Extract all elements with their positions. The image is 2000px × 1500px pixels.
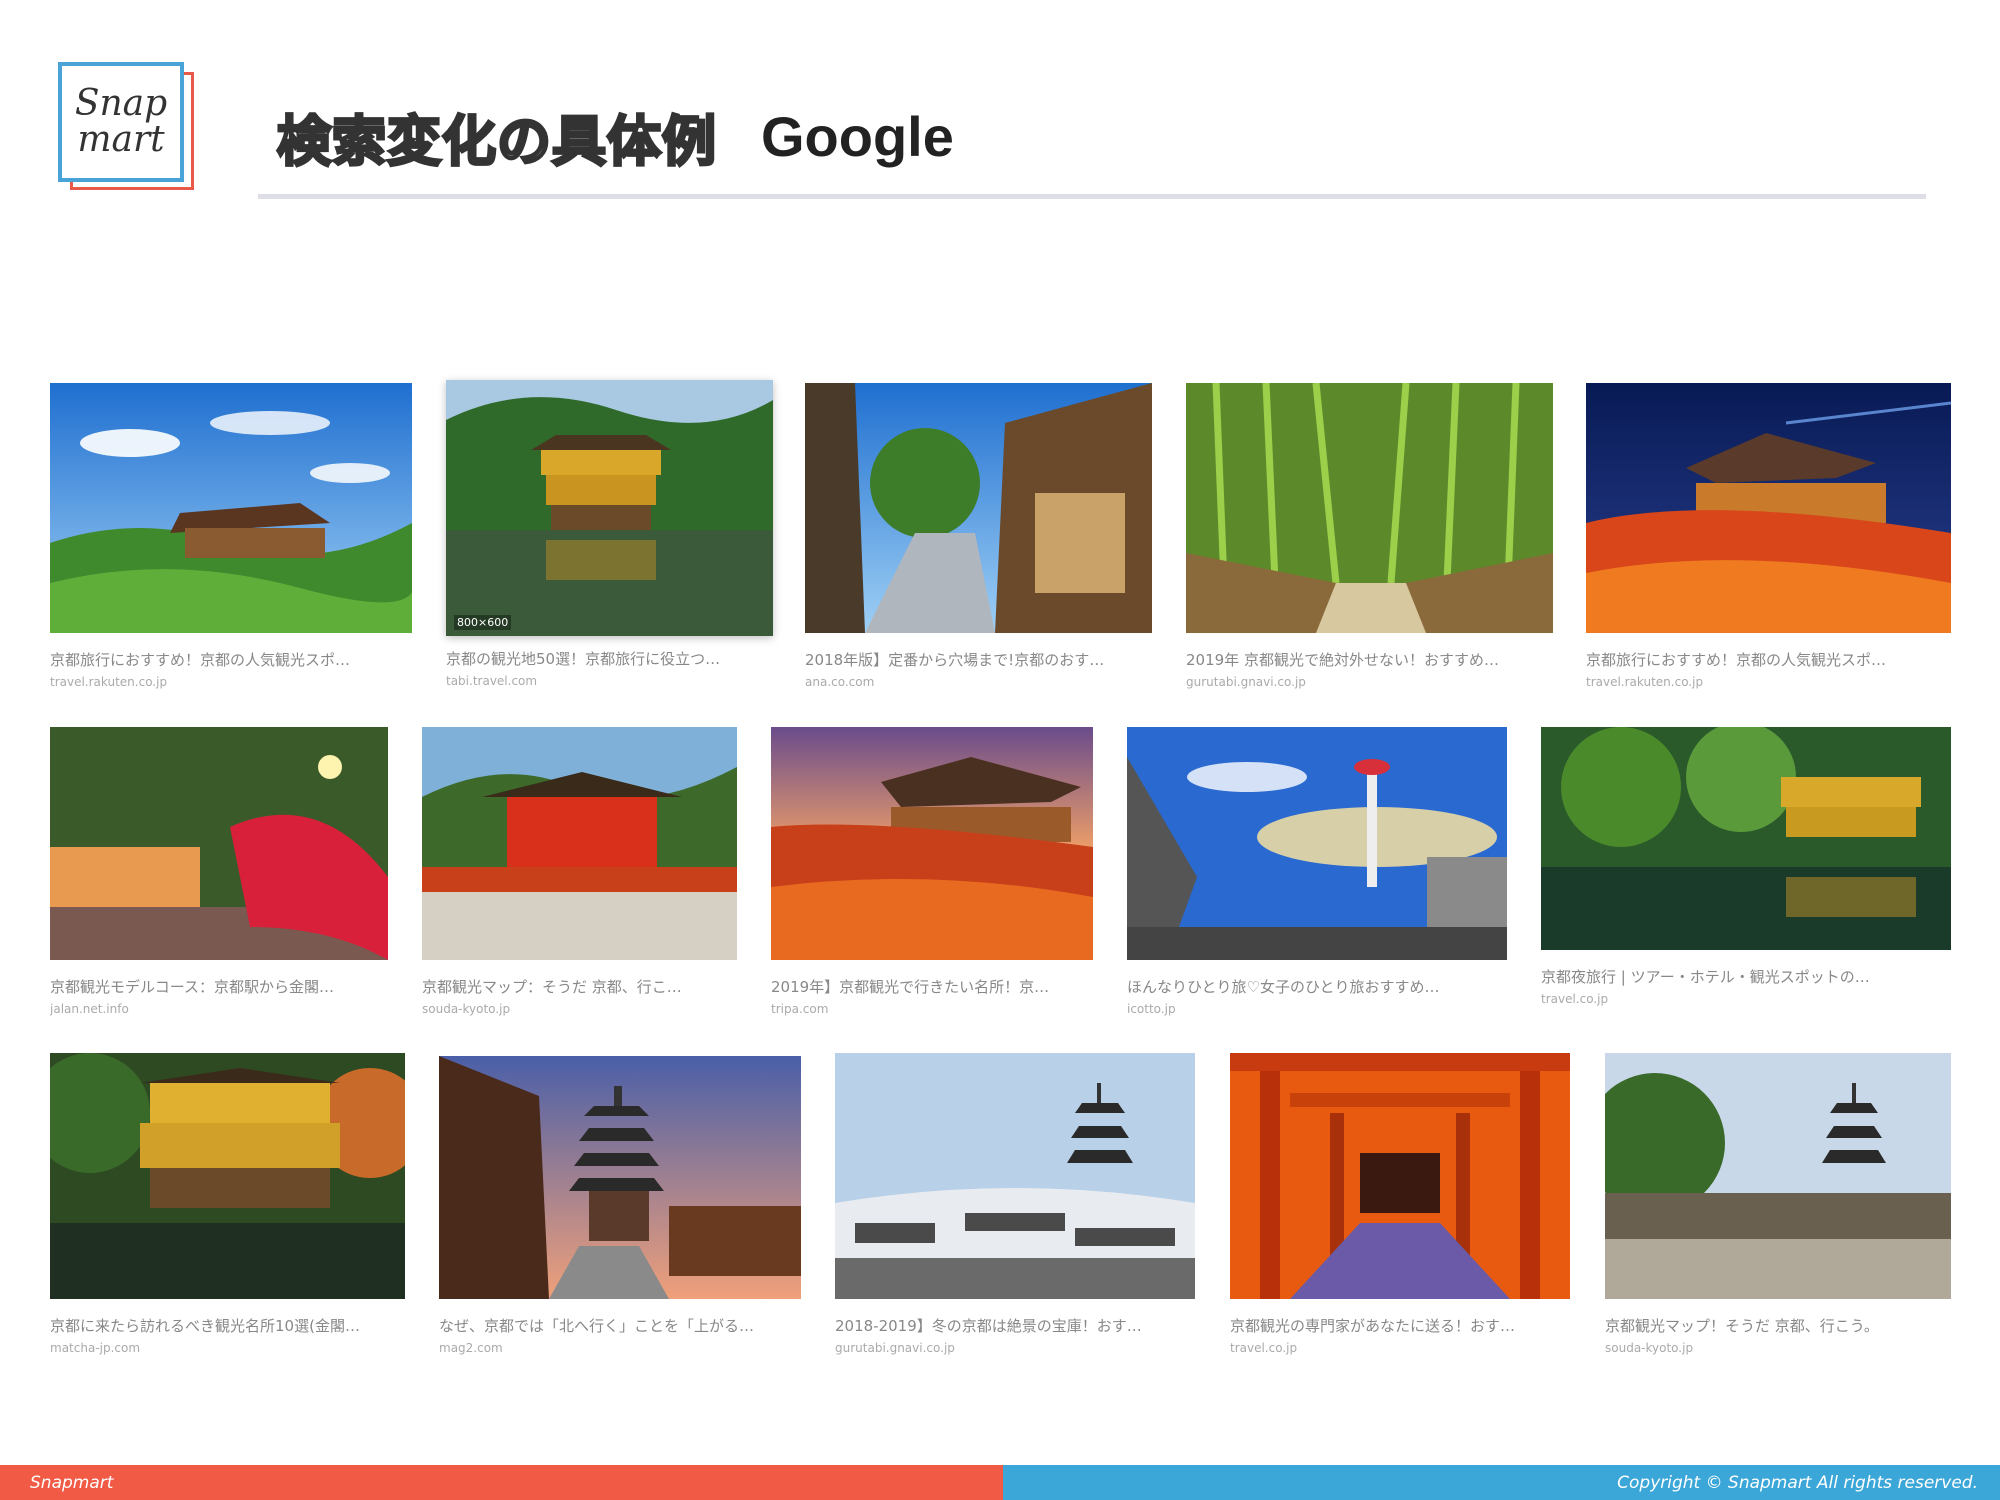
result-source: travel.rakuten.co.jp	[1586, 675, 1704, 689]
result-tile-r2-3[interactable]: 2019年】京都観光で行きたい名所！京… tripa.com	[771, 727, 1093, 1016]
result-caption[interactable]: 京都の観光地50選！京都旅行に役立つ…	[446, 650, 773, 668]
result-caption[interactable]: なぜ、京都では「北へ行く」ことを「上がる…	[439, 1317, 801, 1335]
result-image-kinkakuji-side[interactable]	[30, 1053, 425, 1299]
result-source: gurutabi.gnavi.co.jp	[1186, 675, 1306, 689]
snapmart-logo: Snap mart	[58, 62, 194, 190]
result-caption[interactable]: 京都観光マップ：そうだ 京都、行こ…	[422, 978, 737, 996]
result-tile-r2-2[interactable]: 京都観光マップ：そうだ 京都、行こ… souda-kyoto.jp	[422, 727, 737, 1016]
result-image-toji-pagoda[interactable]	[1585, 1053, 1951, 1299]
logo-text-snap: Snap	[74, 83, 168, 124]
result-image-kinkakuji[interactable]	[446, 380, 773, 636]
result-image-red-umbrella[interactable]	[50, 727, 388, 960]
result-caption[interactable]: 京都旅行におすすめ！京都の人気観光スポ…	[50, 651, 412, 669]
result-source: jalan.net.info	[50, 1002, 129, 1016]
result-tile-r3-1[interactable]: 京都に来たら訪れるべき観光名所10選(金閣… matcha-jp.com	[30, 1053, 425, 1355]
result-image-kiyomizu-night[interactable]	[1586, 383, 1952, 633]
result-image-kiyomizu-autumn[interactable]	[771, 727, 1093, 960]
page-title: 検索変化の具体例 Google	[276, 96, 954, 176]
result-source: souda-kyoto.jp	[1605, 1341, 1694, 1355]
footer-left: Snapmart	[0, 1465, 1003, 1500]
result-image-kyoto-street[interactable]	[805, 383, 1152, 633]
footer-brand: Snapmart	[30, 1473, 114, 1493]
result-source: mag2.com	[439, 1341, 503, 1355]
result-source: souda-kyoto.jp	[422, 1002, 511, 1016]
result-caption[interactable]: 2018年版】定番から穴場まで!京都のおす…	[805, 651, 1152, 669]
result-image-fushimi-torii[interactable]	[1230, 1053, 1570, 1299]
image-dimensions-badge: 800×600	[454, 615, 512, 630]
result-tile-r3-4[interactable]: 京都観光の専門家があなたに送る！おす… travel.co.jp	[1230, 1053, 1570, 1355]
title-japanese: 検索変化の具体例	[276, 108, 718, 174]
result-caption[interactable]: 2019年】京都観光で行きたい名所！京…	[771, 978, 1093, 996]
result-tile-r1-1[interactable]: 京都旅行におすすめ！京都の人気観光スポ… travel.rakuten.co.j…	[50, 383, 415, 689]
result-caption[interactable]: 京都観光マップ！そうだ 京都、行こう。	[1605, 1317, 1951, 1335]
result-caption[interactable]: ほんなりひとり旅♡女子のひとり旅おすすめ…	[1127, 978, 1507, 996]
result-image-yasaka-pagoda[interactable]	[439, 1056, 801, 1299]
result-tile-r3-3[interactable]: 2018-2019】冬の京都は絶景の宝庫！おす… gurutabi.gnavi.…	[835, 1053, 1195, 1355]
title-google: Google	[761, 104, 954, 168]
title-divider	[258, 194, 1926, 199]
result-source: gurutabi.gnavi.co.jp	[835, 1341, 955, 1355]
result-source: tabi.travel.com	[446, 674, 538, 688]
result-image-kyoto-tower[interactable]	[1127, 727, 1507, 960]
result-image-bamboo-grove[interactable]	[1186, 382, 1553, 634]
result-tile-r1-3[interactable]: 2018年版】定番から穴場まで!京都のおす… ana.co.com	[805, 383, 1152, 689]
result-image-red-gate[interactable]	[422, 727, 737, 960]
result-tile-r1-5[interactable]: 京都旅行におすすめ！京都の人気観光スポ… travel.rakuten.co.j…	[1586, 383, 1952, 689]
result-image-kinkakuji-pond[interactable]	[1541, 722, 1951, 950]
result-caption[interactable]: 2018-2019】冬の京都は絶景の宝庫！おす…	[835, 1317, 1195, 1335]
result-tile-r3-5[interactable]: 京都観光マップ！そうだ 京都、行こう。 souda-kyoto.jp	[1585, 1053, 1951, 1355]
result-tile-r3-2[interactable]: なぜ、京都では「北へ行く」ことを「上がる… mag2.com	[439, 1056, 801, 1355]
result-source: matcha-jp.com	[50, 1341, 141, 1355]
result-source: ana.co.com	[805, 675, 875, 689]
result-caption[interactable]: 京都夜旅行 | ツアー・ホテル・観光スポットの…	[1541, 968, 1951, 986]
logo-front-frame: Snap mart	[58, 62, 184, 182]
result-caption[interactable]: 京都旅行におすすめ！京都の人気観光スポ…	[1586, 651, 1951, 669]
result-source: travel.co.jp	[1541, 992, 1609, 1006]
footer-copyright: Copyright © Snapmart All rights reserved…	[1617, 1473, 1978, 1493]
result-caption[interactable]: 2019年 京都観光で絶対外せない！おすすめ…	[1186, 651, 1553, 669]
result-caption[interactable]: 京都観光の専門家があなたに送る！おす…	[1230, 1317, 1570, 1335]
result-image-kiyomizu-temple[interactable]	[50, 383, 415, 633]
result-source: tripa.com	[771, 1002, 829, 1016]
result-image-snowy-pagoda[interactable]	[835, 1053, 1195, 1299]
footer-right: Copyright © Snapmart All rights reserved…	[1003, 1465, 2000, 1500]
result-tile-r2-5[interactable]: 京都夜旅行 | ツアー・ホテル・観光スポットの… travel.co.jp	[1541, 722, 1951, 1006]
result-tile-r2-1[interactable]: 京都観光モデルコース：京都駅から金閣… jalan.net.info	[50, 727, 388, 1016]
result-tile-r2-4[interactable]: ほんなりひとり旅♡女子のひとり旅おすすめ… icotto.jp	[1127, 727, 1507, 1016]
result-caption[interactable]: 京都に来たら訪れるべき観光名所10選(金閣…	[50, 1317, 405, 1335]
result-source: icotto.jp	[1127, 1002, 1176, 1016]
footer-bar: Snapmart Copyright © Snapmart All rights…	[0, 1465, 2000, 1500]
result-tile-r1-4[interactable]: 2019年 京都観光で絶対外せない！おすすめ… gurutabi.gnavi.c…	[1186, 382, 1553, 689]
result-tile-r1-2[interactable]: 800×600 京都の観光地50選！京都旅行に役立つ… tabi.travel.…	[446, 380, 773, 688]
result-source: travel.co.jp	[1230, 1341, 1298, 1355]
result-caption[interactable]: 京都観光モデルコース：京都駅から金閣…	[50, 978, 388, 996]
result-source: travel.rakuten.co.jp	[50, 675, 168, 689]
logo-text-mart: mart	[77, 119, 165, 160]
